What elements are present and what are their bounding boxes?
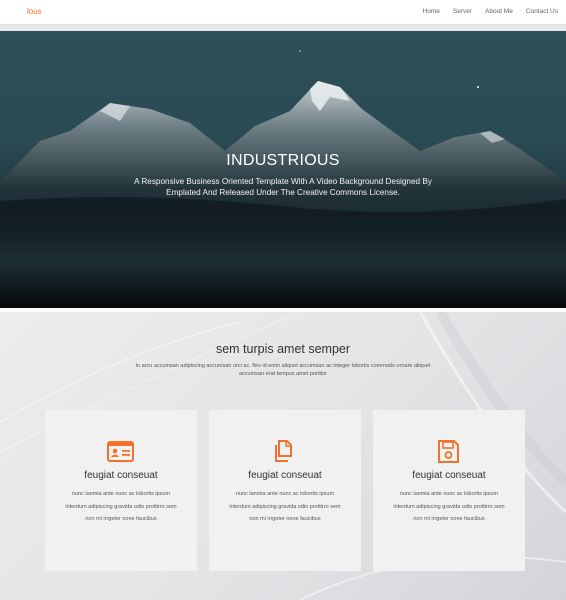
section-title: sem turpis amet semper [215,342,351,356]
logo[interactable]: lous [27,7,42,16]
hero-title: INDUSTRIOUS [226,152,340,169]
top-bar: lous Home Server About Me Contact Us [0,0,566,25]
card-text: nunc lanmia ante nunc ac lobortis ipsum … [393,491,505,523]
save-icon [438,440,459,463]
id-card-icon [107,441,134,462]
nav-about-me[interactable]: About Me [485,8,513,15]
nav-contact-us[interactable]: Contact Us [526,8,558,15]
feature-card: feugiat conseuat nunc lanmia ante nunc a… [209,410,361,571]
hero-subtitle: A Responsive Business Oriented Template … [134,177,432,197]
main-nav: Home Server About Me Contact Us [410,8,558,15]
feature-card: feugiat conseuat nunc lanmia ante nunc a… [45,410,197,571]
card-title: feugiat conseuat [248,470,322,481]
feature-card: feugiat conseuat nunc lanmia ante nunc a… [373,410,525,571]
nav-server[interactable]: Server [453,8,472,15]
card-text: nunc lanmia ante nunc ac lobortis ipsum … [229,491,341,523]
card-text: nunc lanmia ante nunc ac lobortis ipsum … [65,491,177,523]
features-section: sem turpis amet semper in arcu accumsan … [0,312,566,600]
card-title: feugiat conseuat [412,470,486,481]
card-title: feugiat conseuat [84,470,158,481]
copy-icon [275,440,292,462]
nav-home[interactable]: Home [423,8,440,15]
hero-banner: INDUSTRIOUS A Responsive Business Orient… [0,31,566,308]
section-description: in arcu accumsan adipiscing accumsan orc… [135,363,431,377]
